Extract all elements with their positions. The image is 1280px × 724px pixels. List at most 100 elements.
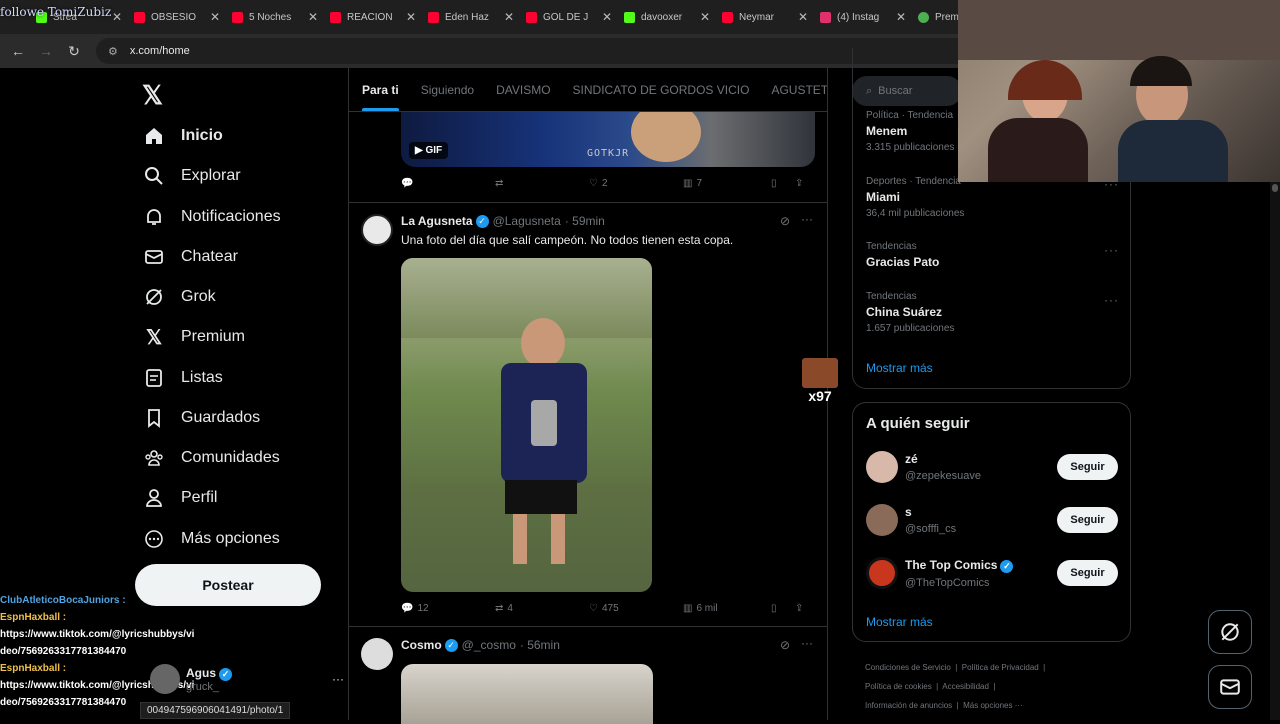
browser-tab[interactable]: REACION ✕ (324, 0, 422, 34)
more-dots-icon[interactable]: ··· (801, 636, 813, 650)
nav-explore[interactable]: Explorar (142, 164, 241, 188)
bookmark-icon (142, 406, 166, 430)
browser-tab[interactable]: Eden Haz ✕ (422, 0, 520, 34)
profile-handle: gruck_ (186, 680, 220, 693)
browser-tab[interactable]: (4) Instag ✕ (814, 0, 912, 34)
author-name[interactable]: La Agusneta (401, 214, 473, 228)
tab-following[interactable]: Siguiendo (421, 68, 474, 111)
more-icon (142, 527, 166, 551)
trend-item[interactable]: Tendencias Gracias Pato (866, 241, 939, 269)
views-button[interactable]: ▥ 7 (683, 178, 771, 189)
nav-lists[interactable]: Listas (142, 366, 223, 390)
footer-link[interactable]: Más opciones ··· (963, 701, 1023, 710)
browser-tab[interactable]: Neymar ✕ (716, 0, 814, 34)
author-handle[interactable]: @_cosmo (462, 638, 516, 652)
like-button[interactable]: ♡ 2 (589, 178, 683, 189)
author-name[interactable]: Cosmo (401, 638, 442, 652)
author-handle[interactable]: @Lagusneta (493, 214, 561, 228)
account-switcher[interactable]: Agus ✓ gruck_ ··· (150, 664, 344, 694)
close-tab-icon[interactable]: ✕ (896, 10, 906, 24)
footer-link[interactable]: Información de anuncios (865, 701, 952, 710)
follow-button[interactable]: Seguir (1057, 560, 1118, 586)
trend-item[interactable]: Tendencias China Suárez 1.657 publicacio… (866, 291, 954, 334)
close-tab-icon[interactable]: ✕ (798, 10, 808, 24)
nav-bookmarks[interactable]: Guardados (142, 406, 260, 430)
browser-tab[interactable]: GOL DE J ✕ (520, 0, 618, 34)
nav-communities[interactable]: Comunidades (142, 446, 280, 470)
nav-more[interactable]: Más opciones (142, 527, 280, 551)
youtube-favicon-icon (722, 11, 733, 23)
grok-icon[interactable]: ⊘ (780, 638, 790, 652)
browser-tab[interactable]: OBSESIO ✕ (128, 0, 226, 34)
nav-home[interactable]: Inicio (142, 124, 223, 148)
tab-list[interactable]: AGUSTETI (771, 68, 827, 111)
footer-link[interactable]: Condiciones de Servicio (865, 663, 951, 672)
tab-list[interactable]: DAVISMO (496, 68, 550, 111)
tweet-photo[interactable] (401, 258, 652, 592)
close-tab-icon[interactable]: ✕ (406, 10, 416, 24)
footer-link[interactable]: Política de cookies (865, 682, 932, 691)
tweet-time[interactable]: · 59min (565, 214, 605, 228)
page-scrollbar[interactable] (1270, 182, 1280, 720)
trend-item[interactable]: Política · Tendencia Menem 3.315 publica… (866, 110, 954, 153)
footer-link[interactable]: Accesibilidad (942, 682, 989, 691)
trends-show-more[interactable]: Mostrar más (866, 361, 933, 375)
views-button[interactable]: ▥ 6 mil (683, 603, 771, 614)
site-info-icon[interactable]: ⚙ (108, 45, 118, 58)
nav-profile[interactable]: Perfil (142, 486, 217, 510)
follow-show-more[interactable]: Mostrar más (866, 615, 933, 629)
follow-button[interactable]: Seguir (1057, 454, 1118, 480)
reply-button[interactable]: 💬 (401, 178, 495, 189)
close-tab-icon[interactable]: ✕ (112, 10, 122, 24)
retweet-button[interactable]: ⇄ (495, 178, 589, 189)
tweet-time[interactable]: · 56min (520, 638, 560, 652)
footer-link[interactable]: Política de Privacidad (962, 663, 1039, 672)
tweet-gif[interactable]: ▶ GIF GOTKJR (401, 112, 815, 167)
heart-icon: ♡ (589, 603, 598, 614)
tweet-photo[interactable] (401, 664, 653, 724)
verified-icon: ✓ (219, 667, 232, 681)
follow-suggestion[interactable]: zé @zepekesuave Seguir (866, 451, 1118, 483)
nav-notifications[interactable]: Notificaciones (142, 205, 281, 229)
close-tab-icon[interactable]: ✕ (504, 10, 514, 24)
nav-premium[interactable]: 𝕏 Premium (142, 325, 245, 349)
kick-favicon-icon (624, 11, 635, 23)
nav-label: Inicio (181, 127, 223, 144)
grok-icon[interactable]: ⊘ (780, 214, 790, 228)
forward-icon[interactable]: → (32, 43, 60, 59)
close-tab-icon[interactable]: ✕ (308, 10, 318, 24)
more-dots-icon[interactable]: ··· (332, 672, 344, 686)
reload-icon[interactable]: ↻ (60, 43, 88, 60)
back-icon[interactable]: ← (4, 43, 32, 59)
bookmark-icon[interactable]: ▯ (771, 603, 795, 614)
more-dots-icon[interactable]: ··· (801, 212, 813, 226)
close-tab-icon[interactable]: ✕ (602, 10, 612, 24)
avatar[interactable] (361, 214, 393, 246)
more-dots-icon[interactable]: ··· (1104, 243, 1119, 257)
close-tab-icon[interactable]: ✕ (700, 10, 710, 24)
browser-tab[interactable]: 5 Noches ✕ (226, 0, 324, 34)
follow-suggestion[interactable]: s @sofffi_cs Seguir (866, 504, 1118, 536)
x-logo-icon[interactable]: 𝕏 (142, 80, 163, 111)
more-dots-icon[interactable]: ··· (1104, 293, 1119, 307)
messages-float-button[interactable] (1208, 665, 1252, 709)
retweet-button[interactable]: ⇄ 4 (495, 603, 589, 614)
close-tab-icon[interactable]: ✕ (210, 10, 220, 24)
share-icon[interactable]: ⇪ (795, 603, 803, 614)
grok-float-button[interactable] (1208, 610, 1252, 654)
share-icon[interactable]: ⇪ (795, 178, 803, 189)
views-icon: ▥ (683, 178, 693, 189)
reply-button[interactable]: 💬 12 (401, 603, 495, 614)
like-button[interactable]: ♡ 475 (589, 603, 683, 614)
tab-list[interactable]: SINDICATO DE GORDOS VICIO (573, 68, 750, 111)
browser-tab[interactable]: davooxer ✕ (618, 0, 716, 34)
bookmark-icon[interactable]: ▯ (771, 178, 795, 189)
avatar[interactable] (361, 638, 393, 670)
reply-icon: 💬 (401, 603, 414, 614)
trend-item[interactable]: Deportes · Tendencia Miami 36,4 mil publ… (866, 176, 964, 219)
follow-suggestion[interactable]: The Top Comics ✓ @TheTopComics Seguir (866, 557, 1118, 589)
tab-for-you[interactable]: Para ti (362, 68, 399, 111)
nav-chat[interactable]: Chatear (142, 245, 238, 269)
follow-button[interactable]: Seguir (1057, 507, 1118, 533)
nav-grok[interactable]: Grok (142, 285, 216, 309)
